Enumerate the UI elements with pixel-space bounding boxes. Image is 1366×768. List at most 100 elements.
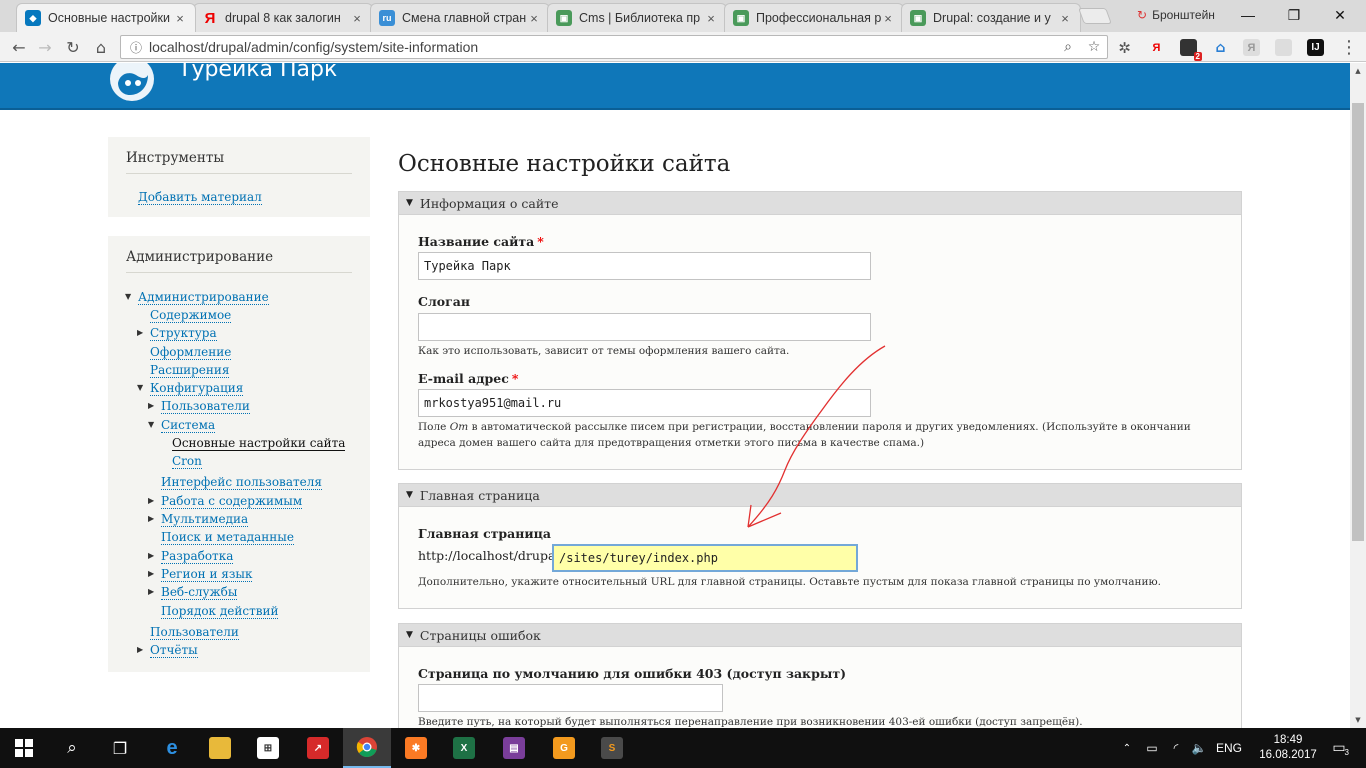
sidebar-item[interactable]: Cron — [172, 454, 202, 469]
taskbar-app-store[interactable]: ⊞ — [244, 728, 292, 768]
sidebar-item-label[interactable]: Пользователи — [161, 399, 250, 414]
caret-right-icon[interactable]: ▶ — [148, 549, 154, 563]
browser-tab-2[interactable]: ru Смена главной стран × — [370, 3, 550, 32]
sidebar-item-label[interactable]: Работа с содержимым — [161, 494, 303, 509]
home-extension-icon[interactable]: ⌂ — [1212, 39, 1229, 56]
extension-icon[interactable]: 2 — [1180, 39, 1202, 61]
sidebar-item[interactable]: ▶ Регион и язык — [148, 567, 253, 582]
sidebar-item-label[interactable]: Пользователи — [150, 625, 239, 640]
add-content-link[interactable]: Добавить материал — [138, 190, 262, 205]
sidebar-item[interactable]: ▼ Администрирование — [125, 290, 269, 305]
error-pages-legend[interactable]: ▼ Страницы ошибок — [399, 624, 1241, 647]
sidebar-item-label[interactable]: Система — [161, 418, 216, 433]
ij-extension-icon[interactable]: IJ — [1307, 39, 1324, 56]
info-icon[interactable]: ⓘ — [125, 39, 147, 56]
scroll-up-icon[interactable]: ▲ — [1350, 63, 1366, 79]
caret-right-icon[interactable]: ▶ — [148, 399, 154, 413]
sidebar-item[interactable]: Расширения — [150, 363, 230, 378]
close-icon[interactable]: × — [527, 11, 541, 26]
yandex-extension-icon[interactable]: Я — [1148, 39, 1165, 56]
close-icon[interactable]: × — [350, 11, 364, 26]
error-403-input[interactable] — [418, 684, 723, 712]
volume-icon[interactable]: 🔈 — [1188, 728, 1210, 768]
sidebar-item-label[interactable]: Отчёты — [150, 643, 198, 658]
browser-tab-5[interactable]: ▣ Drupal: создание и у × — [901, 3, 1081, 32]
taskbar-app-red[interactable]: ↗ — [294, 728, 342, 768]
browser-tab-4[interactable]: ▣ Профессиональная р × — [724, 3, 904, 32]
taskbar-app-excel[interactable]: X — [440, 728, 488, 768]
clock[interactable]: 18:49 16.08.2017 — [1252, 728, 1324, 768]
reader-extension-icon[interactable]: Я — [1243, 39, 1260, 56]
site-name-input[interactable] — [418, 252, 871, 280]
sidebar-item[interactable]: Порядок действий — [161, 604, 279, 619]
sidebar-item[interactable]: ▼ Система — [148, 418, 216, 433]
caret-right-icon[interactable]: ▶ — [148, 567, 154, 581]
sidebar-item-label[interactable]: Структура — [150, 326, 217, 341]
scrollbar-thumb[interactable] — [1352, 103, 1364, 541]
reload-button[interactable]: ↻ — [62, 36, 84, 58]
sidebar-item[interactable]: Поиск и метаданные — [161, 530, 294, 545]
sidebar-item-label[interactable]: Содержимое — [150, 308, 232, 323]
caret-right-icon[interactable]: ▶ — [148, 585, 154, 599]
sidebar-item[interactable]: Пользователи — [150, 625, 239, 640]
taskbar-app-winrar[interactable]: ▤ — [490, 728, 538, 768]
forward-button[interactable]: → — [34, 36, 56, 58]
taskbar-app-chrome[interactable] — [343, 728, 391, 768]
caret-down-icon[interactable]: ▼ — [125, 290, 131, 304]
start-button[interactable] — [0, 728, 48, 768]
page-scrollbar[interactable]: ▲ ▼ — [1350, 63, 1366, 728]
browser-tab-1[interactable]: Я drupal 8 как залогин × — [193, 3, 373, 32]
taskbar-app-sublime[interactable]: S — [588, 728, 636, 768]
sidebar-item-label[interactable]: Веб-службы — [161, 585, 238, 600]
close-window-button[interactable]: ✕ — [1317, 0, 1363, 30]
battery-icon[interactable]: ▭ — [1140, 728, 1164, 768]
caret-right-icon[interactable]: ▶ — [137, 326, 143, 340]
taskbar-app-pdf[interactable]: G — [540, 728, 588, 768]
sidebar-item-label[interactable]: Порядок действий — [161, 604, 279, 619]
caret-right-icon[interactable]: ▶ — [148, 512, 154, 526]
sidebar-item-label[interactable]: Мультимедиа — [161, 512, 249, 527]
sidebar-item-label[interactable]: Cron — [172, 454, 202, 469]
search-icon[interactable]: ⌕ — [1055, 39, 1081, 55]
url-text[interactable]: localhost/drupal/admin/config/system/sit… — [147, 39, 1055, 55]
sidebar-item-label[interactable]: Поиск и метаданные — [161, 530, 294, 545]
scroll-down-icon[interactable]: ▼ — [1350, 712, 1366, 728]
tray-chevron-icon[interactable]: ⌃ — [1117, 728, 1137, 768]
bookmark-star-icon[interactable]: ☆ — [1081, 39, 1107, 55]
caret-down-icon[interactable]: ▼ — [148, 418, 154, 432]
sidebar-item[interactable]: ▶ Пользователи — [148, 399, 250, 414]
sidebar-item[interactable]: ▶ Отчёты — [137, 643, 198, 658]
close-icon[interactable]: × — [881, 11, 895, 26]
sidebar-item[interactable]: Оформление — [150, 345, 232, 360]
close-icon[interactable]: × — [704, 11, 718, 26]
taskbar-app-edge[interactable]: e — [148, 728, 196, 768]
front-page-legend[interactable]: ▼ Главная страница — [399, 484, 1241, 507]
blank-extension-icon[interactable] — [1275, 39, 1292, 56]
site-name[interactable]: Турейка Парк — [178, 63, 337, 82]
new-tab-button[interactable] — [1078, 8, 1112, 24]
notifications-icon[interactable]: ▭ 3 — [1324, 728, 1354, 768]
wifi-icon[interactable]: ◜ — [1165, 728, 1187, 768]
sidebar-item-label[interactable]: Основные настройки сайта — [172, 436, 346, 451]
task-view-button[interactable]: ❐ — [96, 728, 144, 768]
browser-tab-3[interactable]: ▣ Cms | Библиотека пр × — [547, 3, 727, 32]
minimize-button[interactable]: — — [1225, 0, 1271, 30]
site-info-legend[interactable]: ▼ Информация о сайте — [399, 192, 1241, 215]
home-button[interactable]: ⌂ — [90, 36, 112, 58]
sidebar-item-label[interactable]: Интерфейс пользователя — [161, 475, 322, 490]
sidebar-item[interactable]: ▼ Конфигурация — [137, 381, 244, 396]
back-button[interactable]: ← — [8, 36, 30, 58]
sidebar-item-label[interactable]: Конфигурация — [150, 381, 244, 396]
sidebar-item-label[interactable]: Расширения — [150, 363, 230, 378]
email-input[interactable] — [418, 389, 871, 417]
sidebar-item[interactable]: ▶ Разработка — [148, 549, 234, 564]
close-icon[interactable]: × — [173, 11, 187, 26]
language-indicator[interactable]: ENG — [1212, 728, 1246, 768]
sidebar-item-label[interactable]: Оформление — [150, 345, 232, 360]
sidebar-item-label[interactable]: Администрирование — [138, 290, 269, 305]
drupal-logo-icon[interactable] — [106, 63, 158, 105]
sidebar-item[interactable]: ▶ Мультимедиа — [148, 512, 249, 527]
taskbar-app-explorer[interactable] — [196, 728, 244, 768]
gear-extension-icon[interactable]: ✲ — [1116, 39, 1133, 57]
menu-kebab-icon[interactable]: ⋮ — [1338, 36, 1360, 58]
